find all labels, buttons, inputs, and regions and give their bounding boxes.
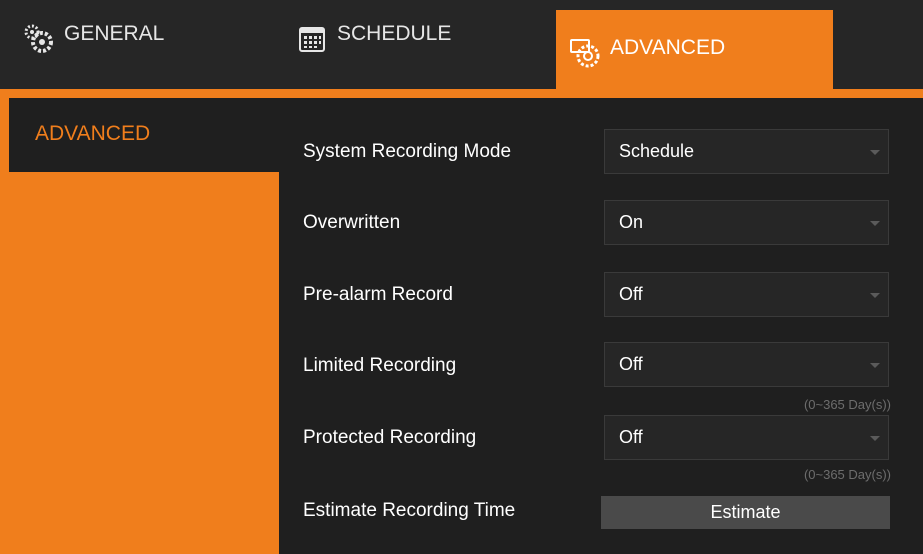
overwritten-select[interactable]: On (604, 200, 889, 245)
protected-recording-value: Off (619, 427, 643, 447)
protected-recording-hint: (0~365 Day(s)) (803, 467, 891, 482)
sidebar-item-label: ADVANCED (35, 122, 151, 145)
chevron-down-icon (870, 363, 880, 368)
estimate-recording-time-label: Estimate Recording Time (303, 500, 516, 521)
overwritten-label: Overwritten (303, 212, 401, 233)
limited-recording-label: Limited Recording (303, 355, 457, 376)
tab-schedule-label: SCHEDULE (337, 22, 452, 45)
estimate-button[interactable]: Estimate (601, 496, 890, 529)
overwritten-value: On (619, 212, 644, 232)
system-recording-mode-value: Schedule (619, 141, 695, 161)
protected-recording-label: Protected Recording (303, 427, 477, 448)
sidebar: ADVANCED (9, 98, 279, 554)
limited-recording-select[interactable]: Off (604, 342, 889, 387)
tab-underline (0, 89, 923, 98)
advanced-camera-gear-icon (568, 36, 602, 70)
protected-recording-select[interactable]: Off (604, 415, 889, 460)
system-recording-mode-label: System Recording Mode (303, 141, 512, 162)
calendar-icon (295, 22, 329, 56)
tab-general-label: GENERAL (64, 22, 165, 45)
chevron-down-icon (870, 221, 880, 226)
limited-recording-hint: (0~365 Day(s)) (803, 397, 891, 412)
gears-icon (22, 22, 56, 56)
chevron-down-icon (870, 293, 880, 298)
tab-schedule[interactable]: SCHEDULE (295, 0, 451, 101)
tab-general[interactable]: GENERAL (22, 0, 164, 101)
sidebar-item-advanced[interactable]: ADVANCED (9, 98, 279, 172)
chevron-down-icon (870, 150, 880, 155)
tab-advanced[interactable]: ADVANCED (556, 10, 833, 89)
chevron-down-icon (870, 436, 880, 441)
pre-alarm-record-select[interactable]: Off (604, 272, 889, 317)
pre-alarm-record-value: Off (619, 284, 643, 304)
tab-advanced-label: ADVANCED (610, 36, 726, 59)
limited-recording-value: Off (619, 354, 643, 374)
tab-bar: GENERAL SCHEDULE ADVANCED (0, 0, 923, 89)
pre-alarm-record-label: Pre-alarm Record (303, 284, 453, 305)
frame-left-border (0, 98, 9, 554)
system-recording-mode-select[interactable]: Schedule (604, 129, 889, 174)
